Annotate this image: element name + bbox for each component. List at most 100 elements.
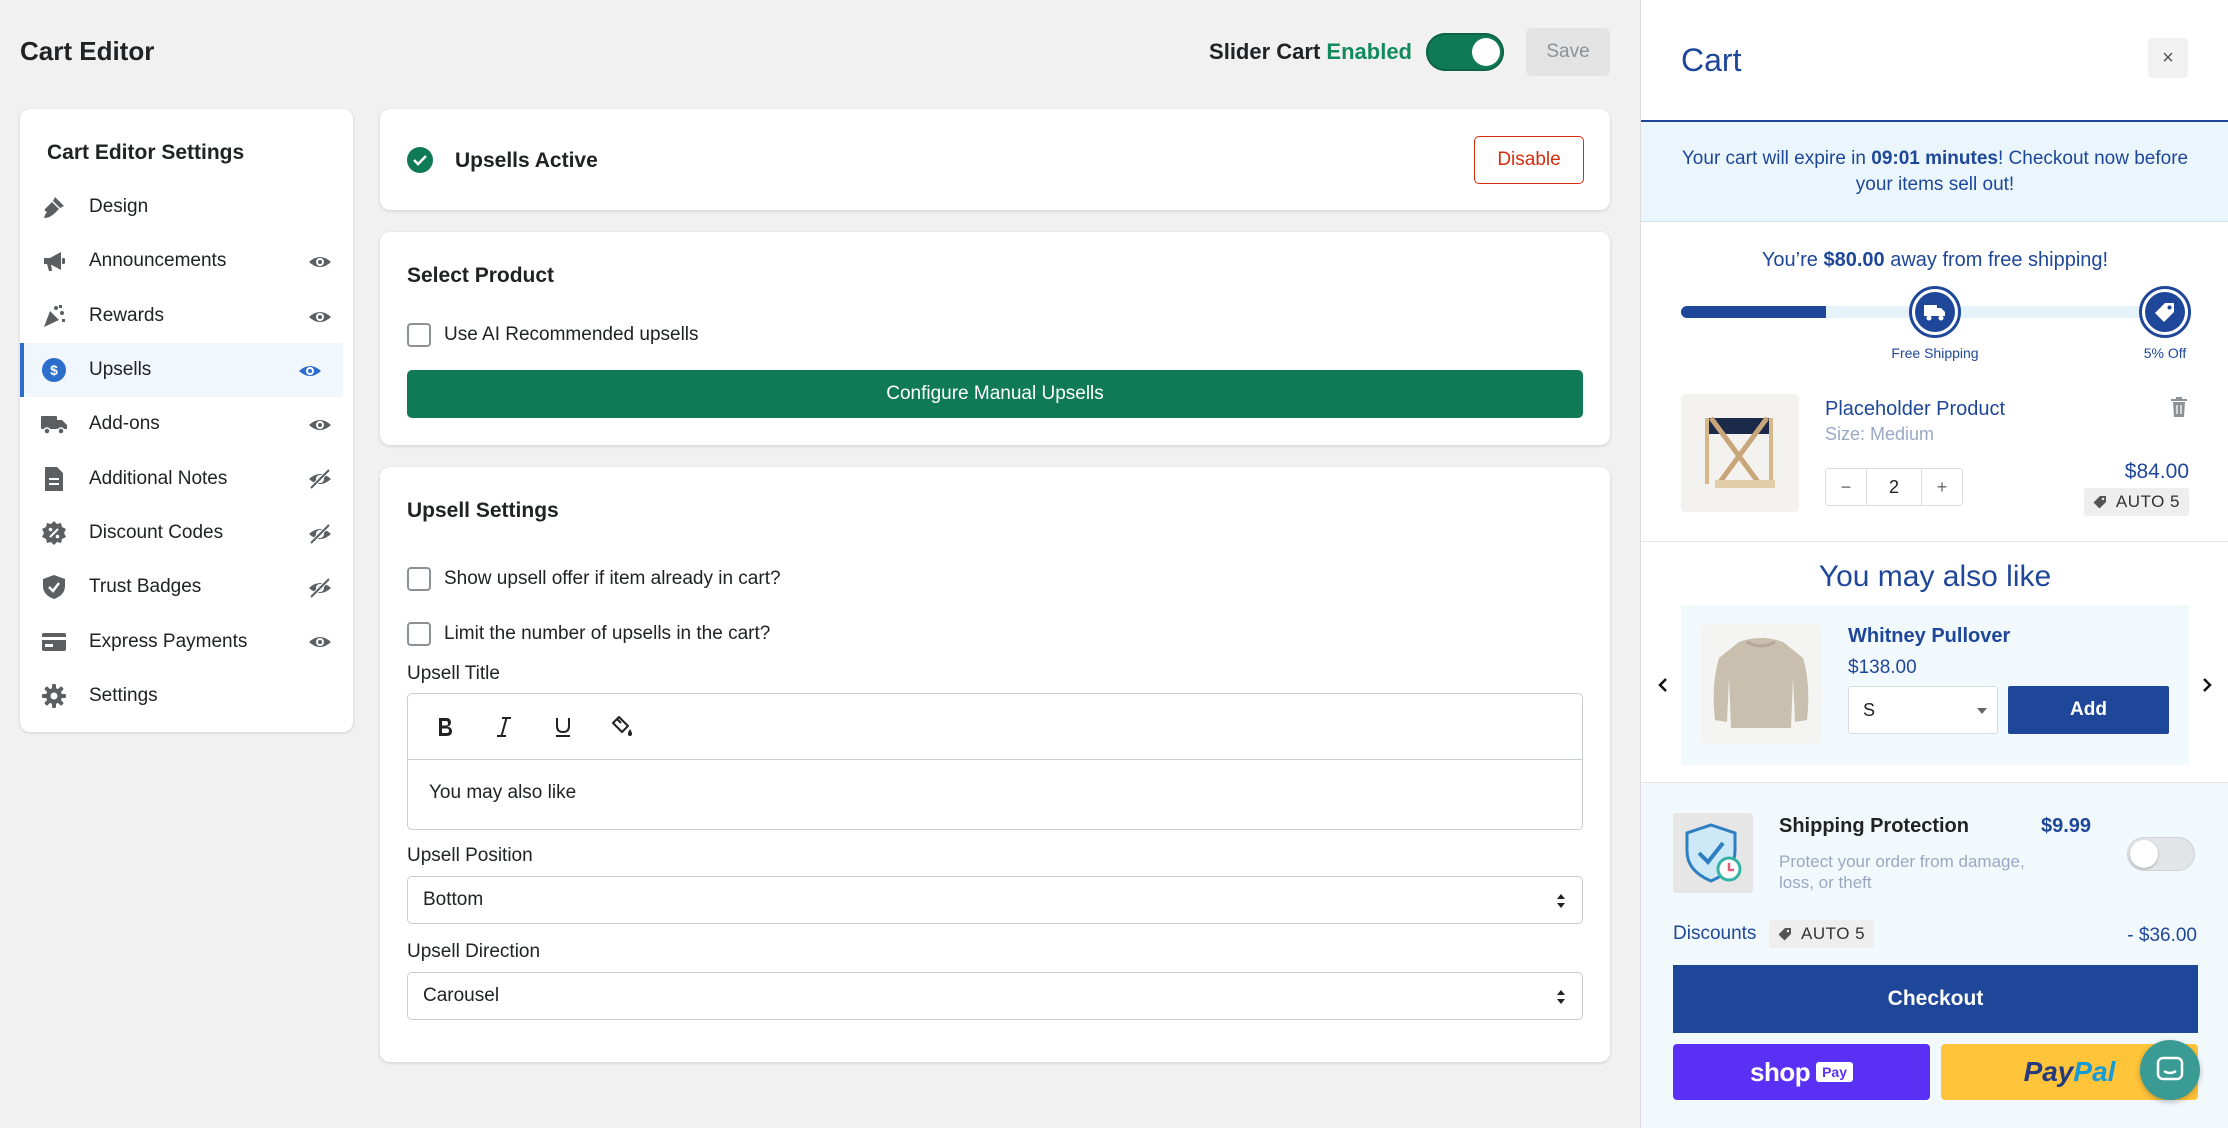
check-circle-icon [407, 147, 433, 173]
gear-icon [40, 682, 68, 710]
eye-icon[interactable] [308, 413, 332, 437]
save-button[interactable]: Save [1526, 28, 1610, 76]
upsell-settings-title: Upsell Settings [407, 499, 559, 522]
cart-title: Cart [1681, 42, 1742, 78]
sidebar-item-announcements[interactable]: Announcements [20, 234, 353, 288]
sidebar-item-express-payments[interactable]: Express Payments [20, 614, 353, 668]
product-discount-tag: AUTO 5 [2083, 488, 2189, 516]
quantity-decrement-button[interactable]: − [1826, 469, 1866, 505]
eye-icon[interactable] [308, 250, 332, 274]
add-upsell-button[interactable]: Add [2008, 686, 2169, 734]
milestone-label-discount: 5% Off [2143, 345, 2187, 361]
close-icon[interactable]: × [2148, 38, 2188, 78]
product-name[interactable]: Placeholder Product [1825, 398, 2005, 421]
free-shipping-message: You’re $80.00 away from free shipping! [1641, 249, 2228, 272]
bold-icon[interactable] [426, 708, 464, 746]
upsell-size-select[interactable]: S [1848, 686, 1998, 734]
settings-sidebar: Cart Editor Settings Design Announcement… [20, 109, 353, 732]
shipping-protection-description: Protect your order from damage, loss, or… [1779, 852, 2025, 892]
eye-icon[interactable] [308, 305, 332, 329]
paypal-logo-pay: Pay [2023, 1056, 2074, 1087]
paint-bucket-icon[interactable] [603, 708, 641, 746]
page-title: Cart Editor [20, 36, 155, 66]
timer-text-pre: Your cart will expire in [1681, 148, 1872, 169]
show-if-in-cart-label: Show upsell offer if item already in car… [444, 568, 781, 589]
eye-slash-icon[interactable] [308, 522, 332, 546]
toggle-knob [1472, 38, 1500, 66]
chat-support-button[interactable] [2140, 1040, 2200, 1100]
upsell-product-image [1701, 624, 1821, 744]
quantity-increment-button[interactable]: + [1922, 469, 1962, 505]
chevron-left-icon[interactable] [1655, 675, 1671, 695]
upsell-product-price: $138.00 [1848, 657, 1917, 678]
select-product-card: Select Product Use AI Recommended upsell… [380, 232, 1610, 445]
sidebar-list: Design Announcements Rewards $ Upsells A… [20, 180, 353, 723]
sidebar-item-settings[interactable]: Settings [20, 669, 353, 723]
show-if-in-cart-checkbox[interactable] [407, 567, 431, 591]
sidebar-item-label: Design [89, 196, 149, 218]
slider-cart-toggle[interactable] [1426, 33, 1504, 71]
document-icon [40, 465, 68, 493]
eye-icon[interactable] [308, 630, 332, 654]
shop-pay-button[interactable]: shop Pay [1673, 1044, 1930, 1100]
sidebar-item-trust-badges[interactable]: Trust Badges [20, 560, 353, 614]
limit-upsells-checkbox[interactable] [407, 622, 431, 646]
upsell-position-label: Upsell Position [407, 845, 533, 866]
sidebar-item-add-ons[interactable]: Add-ons [20, 397, 353, 451]
disable-button[interactable]: Disable [1474, 136, 1584, 184]
sidebar-item-upsells[interactable]: $ Upsells [20, 342, 343, 398]
upsell-direction-select[interactable]: Carousel [407, 972, 1583, 1020]
select-product-title: Select Product [407, 264, 555, 287]
shipping-protection-title: Shipping Protection [1779, 815, 1969, 837]
underline-icon[interactable] [544, 708, 582, 746]
checkout-button[interactable]: Checkout [1673, 965, 2198, 1033]
sidebar-item-label: Trust Badges [89, 576, 202, 598]
italic-icon[interactable] [485, 708, 523, 746]
topbar-actions: Slider Cart Enabled Save [1209, 28, 1610, 76]
upsell-product-name[interactable]: Whitney Pullover [1848, 625, 2010, 648]
discount-code: AUTO 5 [1801, 924, 1866, 943]
sidebar-item-design[interactable]: Design [20, 180, 353, 234]
paypal-logo-pal: Pal [2073, 1056, 2116, 1087]
ai-recommended-checkbox[interactable] [407, 323, 431, 347]
eye-slash-icon[interactable] [308, 467, 332, 491]
product-discount-code: AUTO 5 [2115, 492, 2180, 511]
product-price: $84.00 [2124, 460, 2189, 483]
sidebar-item-additional-notes[interactable]: Additional Notes [20, 451, 353, 505]
upsell-title-editor: You may also like [407, 693, 1583, 830]
limit-upsells-label: Limit the number of upsells in the cart? [444, 623, 771, 644]
svg-text:$: $ [50, 362, 58, 378]
show-if-in-cart-row: Show upsell offer if item already in car… [407, 567, 781, 591]
slider-cart-text: Slider Cart [1209, 39, 1321, 64]
sidebar-item-label: Rewards [89, 304, 164, 326]
upsell-product-card: Whitney Pullover $138.00 S Add [1681, 605, 2189, 765]
trash-icon[interactable] [2169, 396, 2189, 418]
chevron-right-icon[interactable] [2199, 675, 2215, 695]
sidebar-item-rewards[interactable]: Rewards [20, 289, 353, 343]
cart-editor: Cart Editor Slider Cart Enabled Save Car… [0, 0, 1640, 1128]
upsell-direction-label: Upsell Direction [407, 941, 541, 962]
product-image [1681, 394, 1799, 512]
shipping-amount: $80.00 [1823, 249, 1885, 271]
upsells-active-card: Upsells Active Disable [380, 109, 1610, 210]
credit-card-icon [40, 628, 68, 656]
eye-icon[interactable] [298, 359, 322, 383]
upsell-title-input[interactable]: You may also like [408, 760, 1582, 826]
shop-pay-logo: shop [1749, 1056, 1811, 1087]
rte-toolbar [408, 694, 1582, 760]
quantity-value[interactable]: 2 [1866, 469, 1922, 505]
shipping-protection-toggle[interactable] [2127, 837, 2195, 871]
shipping-post: away from free shipping! [1884, 249, 2109, 271]
eye-slash-icon[interactable] [308, 576, 332, 600]
upsell-divider [1641, 541, 2228, 542]
sidebar-title: Cart Editor Settings [47, 141, 245, 164]
sidebar-item-label: Settings [89, 684, 158, 706]
megaphone-icon [40, 247, 68, 275]
upsell-size-value: S [1863, 699, 1876, 720]
tag-icon [2093, 496, 2106, 509]
configure-manual-upsells-button[interactable]: Configure Manual Upsells [407, 370, 1583, 418]
sidebar-item-label: Announcements [89, 250, 227, 272]
confetti-icon [40, 302, 68, 330]
upsell-position-select[interactable]: Bottom [407, 876, 1583, 924]
sidebar-item-discount-codes[interactable]: Discount Codes [20, 506, 353, 560]
